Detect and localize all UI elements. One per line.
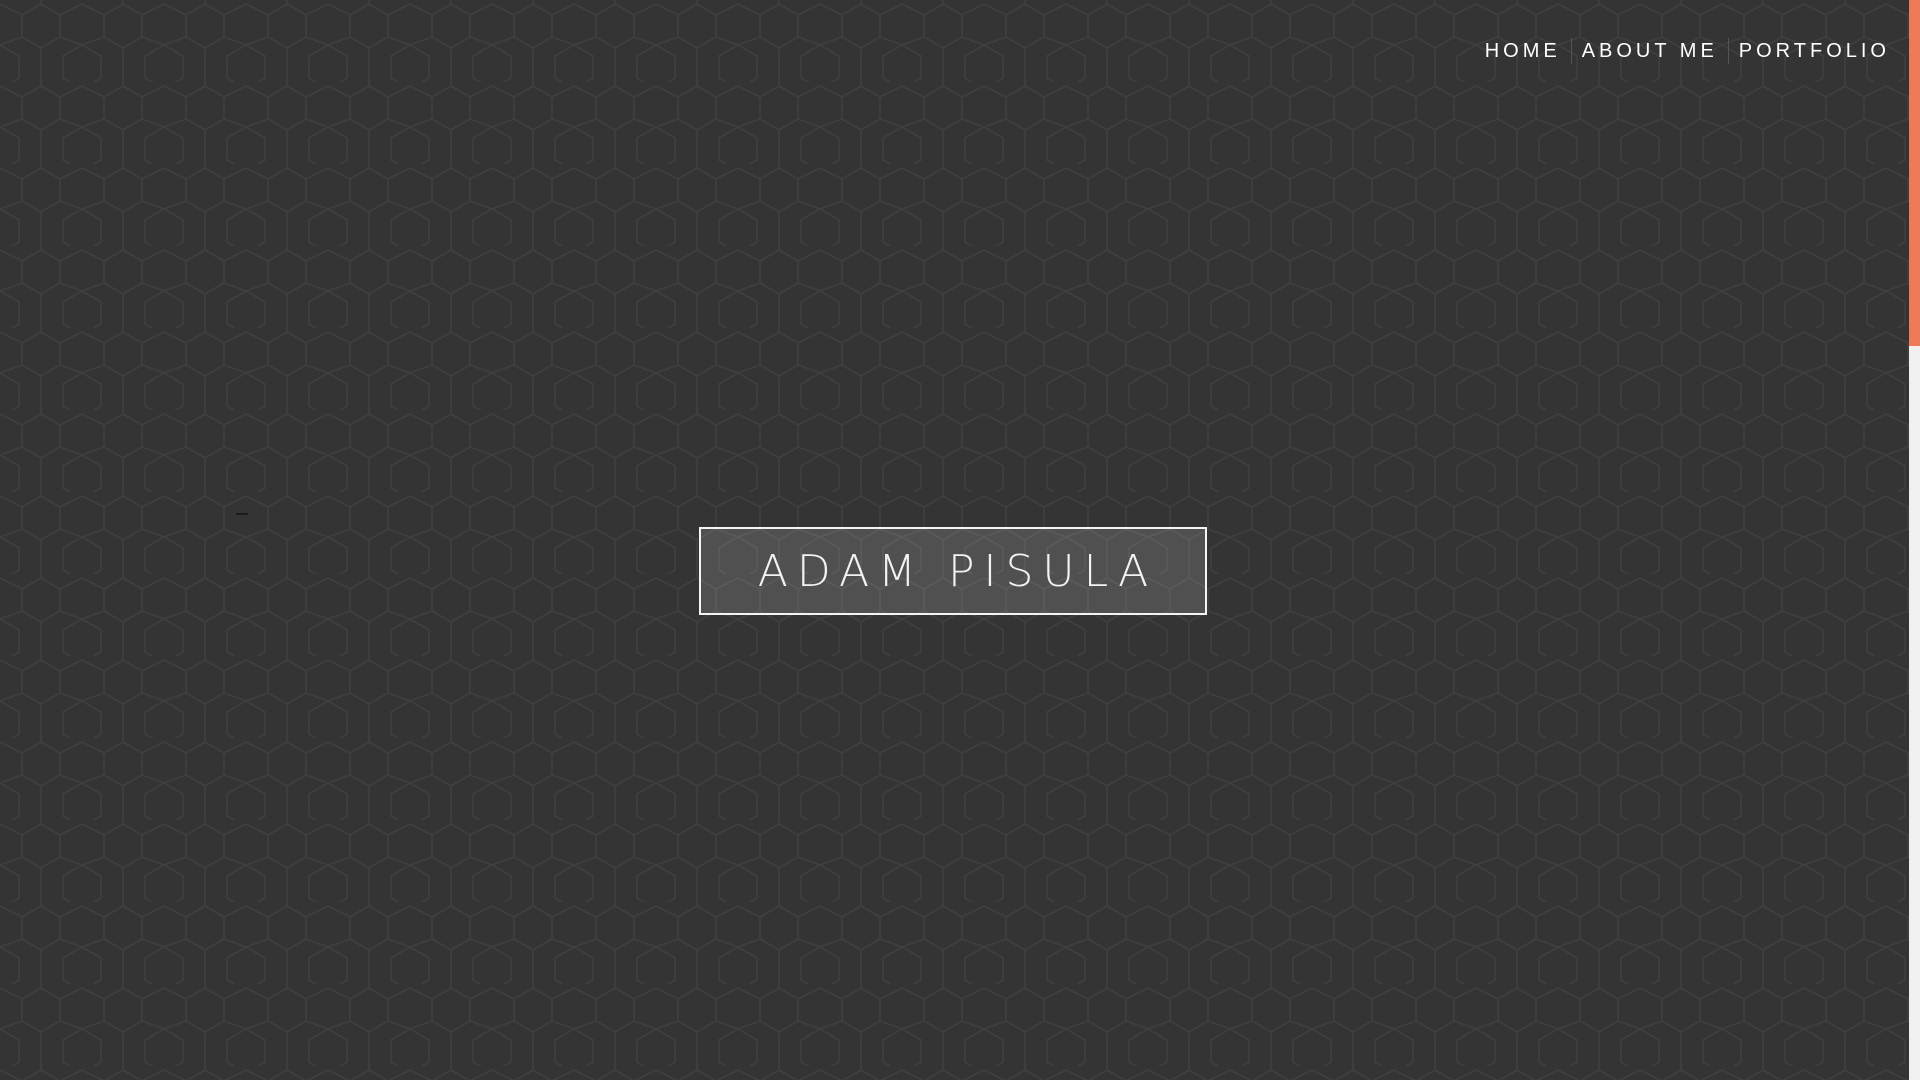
scrollbar-thumb[interactable]	[1909, 0, 1920, 346]
nav-divider	[1727, 38, 1729, 64]
nav-divider	[1570, 38, 1572, 64]
page: HOME ABOUT ME PORTFOLIO ADAM PISULA	[0, 0, 1920, 1080]
hero-title-box: ADAM PISULA	[699, 527, 1207, 615]
nav-item-about-me[interactable]: ABOUT ME	[1582, 40, 1718, 63]
nav-item-portfolio[interactable]: PORTFOLIO	[1739, 40, 1890, 63]
hero-title: ADAM PISULA	[757, 545, 1158, 597]
stray-mark	[236, 513, 248, 515]
top-nav: HOME ABOUT ME PORTFOLIO	[1485, 38, 1890, 64]
nav-item-home[interactable]: HOME	[1485, 40, 1561, 63]
scrollbar-track[interactable]	[1909, 0, 1920, 1080]
